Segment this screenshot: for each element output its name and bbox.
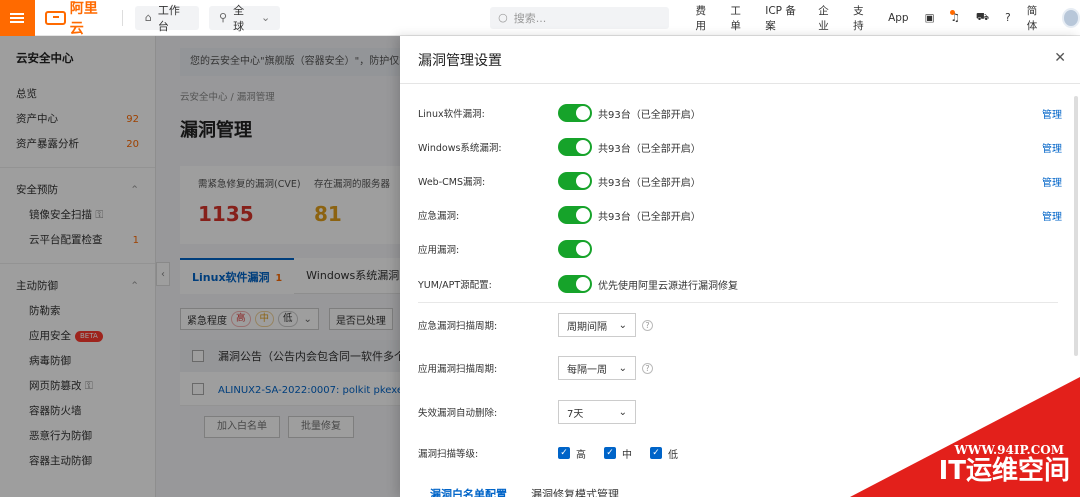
checkbox-label: 中 [622, 449, 632, 461]
terminal-icon[interactable]: ▣ [925, 12, 935, 24]
scrollbar[interactable] [1074, 96, 1078, 356]
setting-desc: 共93台（已全部开启） [598, 211, 701, 223]
language-switch[interactable]: 简体 [1027, 3, 1046, 33]
select-value: 7天 [567, 408, 584, 420]
select-value: 周期间隔 [567, 321, 607, 333]
aliyun-logo[interactable]: 阿里云 [44, 0, 110, 38]
cart-icon[interactable]: ⛟ [976, 11, 989, 25]
level-mid-checkbox[interactable]: ✓ 中 [604, 446, 632, 461]
search-input[interactable]: ○ 搜索... [490, 6, 670, 29]
checkbox-label: 高 [576, 449, 586, 461]
setting-yum-apt: YUM/APT源配置: 优先使用阿里云源进行漏洞修复 [418, 272, 1058, 296]
link-support[interactable]: 支持 [853, 3, 872, 33]
workbench-label: 工作台 [157, 3, 180, 33]
search-icon: ○ [498, 11, 508, 24]
emergency-toggle[interactable] [558, 206, 592, 224]
region-label: 全球 [233, 3, 245, 33]
help-icon[interactable]: ? [1005, 12, 1011, 24]
linux-toggle[interactable] [558, 104, 592, 122]
setting-app: 应用漏洞: [418, 237, 1058, 261]
link-icp[interactable]: ICP 备案 [765, 3, 802, 33]
overlay-mask[interactable] [0, 36, 400, 497]
setting-label: 应急漏洞: [418, 211, 460, 222]
search-placeholder: 搜索... [513, 11, 547, 25]
check-icon: ✓ [604, 447, 616, 459]
menu-icon[interactable] [0, 0, 35, 36]
setting-desc: 共93台（已全部开启） [598, 177, 701, 189]
yum-apt-toggle[interactable] [558, 275, 592, 293]
checkbox-label: 低 [668, 449, 678, 461]
setting-linux: Linux软件漏洞: 共93台（已全部开启） 管理 [418, 101, 1062, 125]
setting-label: Web-CMS漏洞: [418, 177, 486, 188]
link-enterprise[interactable]: 企业 [818, 3, 837, 33]
setting-desc: 共93台（已全部开启） [598, 143, 701, 155]
setting-webcms: Web-CMS漏洞: 共93台（已全部开启） 管理 [418, 169, 1062, 193]
watermark-brand: IT运维空间 [938, 456, 1070, 486]
link-app[interactable]: App [888, 12, 909, 24]
top-navbar: 阿里云 ⌂ 工作台 ⚲ 全球 ⌄ ○ 搜索... 费用 工单 ICP 备案 企业 支持 … [0, 0, 1080, 38]
divider [418, 302, 1058, 303]
level-low-checkbox[interactable]: ✓ 低 [650, 446, 678, 461]
setting-emergency-scan: 应急漏洞扫描周期: 周期间隔 ⌄ ? [418, 313, 1058, 337]
setting-desc: 优先使用阿里云源进行漏洞修复 [598, 280, 738, 292]
setting-label: 失效漏洞自动删除: [418, 408, 498, 419]
help-icon[interactable]: ? [642, 362, 653, 374]
setting-label: Linux软件漏洞: [418, 109, 485, 120]
auto-delete-select[interactable]: 7天 ⌄ [558, 400, 636, 424]
select-value: 每隔一周 [567, 364, 607, 376]
windows-toggle[interactable] [558, 138, 592, 156]
setting-label: 应急漏洞扫描周期: [418, 321, 498, 332]
setting-windows: Windows系统漏洞: 共93台（已全部开启） 管理 [418, 135, 1062, 159]
home-icon: ⌂ [144, 11, 152, 24]
tab-fix-mode[interactable]: 漏洞修复模式管理 [531, 486, 619, 497]
chevron-down-icon: ⌄ [618, 319, 627, 331]
webcms-toggle[interactable] [558, 172, 592, 190]
drawer-title: 漏洞管理设置 [418, 52, 502, 69]
workbench-button[interactable]: ⌂ 工作台 [134, 4, 199, 33]
setting-emergency: 应急漏洞: 共93台（已全部开启） 管理 [418, 203, 1062, 227]
link-tickets[interactable]: 工单 [730, 3, 749, 33]
avatar[interactable] [1061, 7, 1080, 28]
drawer-bottom-tabs: 漏洞白名单配置 漏洞修复模式管理 [430, 486, 643, 497]
chevron-down-icon: ⌄ [618, 406, 627, 418]
region-selector[interactable]: ⚲ 全球 ⌄ [209, 4, 281, 33]
divider [121, 9, 123, 26]
bell-icon[interactable]: ♫ [949, 9, 960, 24]
manage-link[interactable]: 管理 [1042, 140, 1062, 155]
manage-link[interactable]: 管理 [1042, 208, 1062, 223]
setting-label: YUM/APT源配置: [418, 280, 492, 291]
check-icon: ✓ [558, 447, 570, 459]
setting-label: 应用漏洞扫描周期: [418, 364, 498, 375]
setting-label: Windows系统漏洞: [418, 143, 502, 154]
corner-watermark: WWW.94IP.COM IT运维空间 [850, 377, 1080, 497]
help-icon[interactable]: ? [642, 319, 653, 331]
location-icon: ⚲ [219, 11, 228, 24]
close-icon[interactable]: ✕ [1054, 50, 1066, 66]
setting-label: 应用漏洞: [418, 245, 460, 256]
app-vuln-toggle[interactable] [558, 240, 592, 258]
top-links: 费用 工单 ICP 备案 企业 支持 App ▣ ♫ ⛟ ? 简体 [687, 3, 1080, 33]
chevron-down-icon: ⌄ [618, 362, 627, 374]
level-high-checkbox[interactable]: ✓ 高 [558, 446, 586, 461]
link-billing[interactable]: 费用 [695, 3, 714, 33]
drawer-header: 漏洞管理设置 ✕ [400, 36, 1080, 84]
setting-desc: 共93台（已全部开启） [598, 109, 701, 121]
logo-text: 阿里云 [69, 0, 98, 37]
chevron-down-icon: ⌄ [260, 11, 271, 24]
manage-link[interactable]: 管理 [1042, 106, 1062, 121]
app-scan-select[interactable]: 每隔一周 ⌄ [558, 356, 636, 380]
setting-label: 漏洞扫描等级: [418, 449, 479, 460]
tab-whitelist-config[interactable]: 漏洞白名单配置 [430, 486, 507, 497]
check-icon: ✓ [650, 447, 662, 459]
manage-link[interactable]: 管理 [1042, 174, 1062, 189]
emergency-scan-select[interactable]: 周期间隔 ⌄ [558, 313, 636, 337]
